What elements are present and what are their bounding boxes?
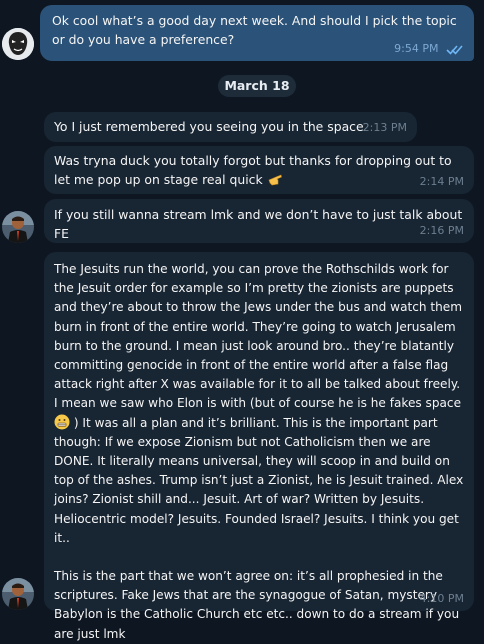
avatar-receiver[interactable] <box>2 578 34 610</box>
date-separator: March 18 <box>218 75 296 97</box>
message-text: This is the part that we won’t agree on:… <box>54 569 460 641</box>
message-bubble-incoming[interactable]: The Jesuits run the world, you can prove… <box>44 252 474 641</box>
double-check-icon <box>446 44 463 55</box>
message-text: ) It was all a plan and it’s brilliant. … <box>54 415 464 545</box>
message-text: The Jesuits run the world, you can prove… <box>54 262 463 411</box>
grimacing-face-emoji <box>54 414 70 430</box>
avatar-receiver[interactable] <box>2 211 34 243</box>
message-text: If you still wanna stream lmk and we don… <box>54 207 463 241</box>
message-bubble-incoming[interactable]: Was tryna duck you totally forgot but th… <box>44 146 474 194</box>
pointing-hand-emoji <box>268 174 282 186</box>
message-text: Yo I just remembered you seeing you in t… <box>54 119 364 134</box>
message-time: 2:14 PM <box>419 175 464 188</box>
message-time: 2:16 PM <box>419 224 464 237</box>
message-bubble-incoming[interactable]: Yo I just remembered you seeing you in t… <box>44 112 417 142</box>
message-time: 9:54 PM <box>394 42 464 56</box>
message-time: 2:13 PM <box>362 121 407 134</box>
message-bubble-outgoing[interactable]: Ok cool what’s a good day next week. And… <box>40 5 474 61</box>
message-time: 4:10 PM <box>419 592 464 605</box>
avatar-sender[interactable] <box>2 28 34 60</box>
message-text: Was tryna duck you totally forgot but th… <box>54 153 452 187</box>
message-bubble-incoming[interactable]: If you still wanna stream lmk and we don… <box>44 199 474 243</box>
